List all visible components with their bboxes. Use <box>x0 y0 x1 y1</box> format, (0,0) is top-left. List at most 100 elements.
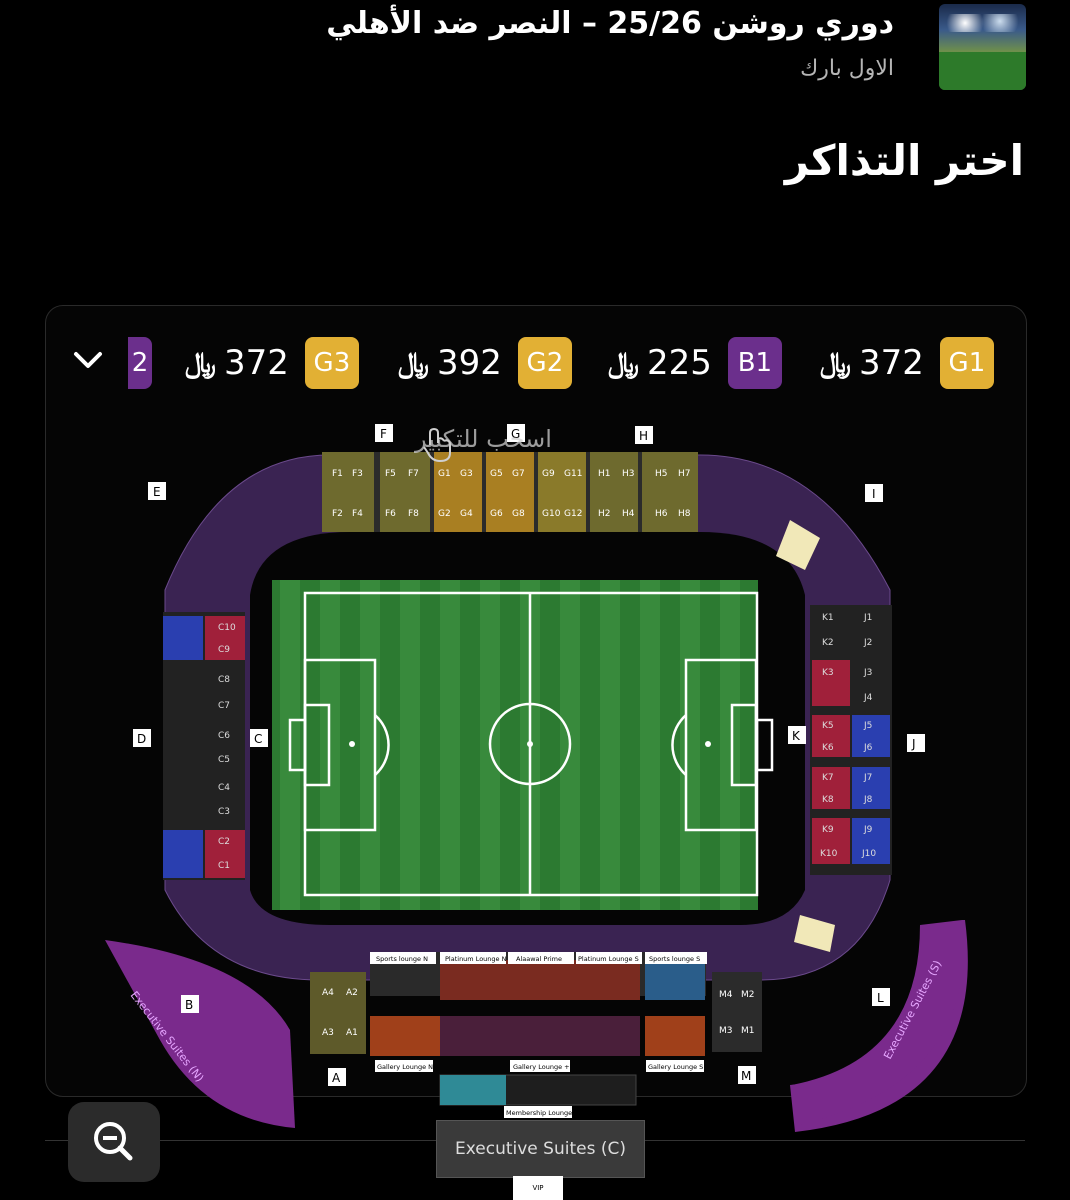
svg-text:J1: J1 <box>863 613 872 623</box>
svg-text:Sports lounge N: Sports lounge N <box>376 955 428 963</box>
svg-text:H2: H2 <box>598 509 611 519</box>
svg-text:G2: G2 <box>438 509 451 519</box>
svg-text:C10: C10 <box>218 623 236 633</box>
chevron-down-icon[interactable] <box>70 342 106 378</box>
gallery-lounge-block[interactable] <box>440 1075 506 1105</box>
svg-text:F8: F8 <box>408 509 419 519</box>
svg-text:Membership Lounge: Membership Lounge <box>506 1109 572 1117</box>
category-chip-g2[interactable]: ﷼ 392 G2 <box>398 337 572 389</box>
svg-text:G11: G11 <box>564 469 582 479</box>
svg-text:F: F <box>380 427 387 441</box>
svg-text:G10: G10 <box>542 509 561 519</box>
svg-text:Gallery Lounge +: Gallery Lounge + <box>513 1063 570 1071</box>
svg-text:M: M <box>741 1069 751 1083</box>
category-badge: B1 <box>727 337 782 389</box>
svg-text:K1: K1 <box>822 613 834 623</box>
svg-text:F4: F4 <box>352 509 363 519</box>
svg-text:A: A <box>332 1071 341 1085</box>
svg-text:H4: H4 <box>622 509 635 519</box>
svg-text:D: D <box>137 732 146 746</box>
svg-text:H8: H8 <box>678 509 691 519</box>
hand-swipe-icon <box>423 427 451 463</box>
svg-text:A2: A2 <box>346 988 358 998</box>
west-stand[interactable] <box>163 612 245 880</box>
svg-text:G6: G6 <box>490 509 503 519</box>
vip-block[interactable]: VIP <box>513 1176 563 1200</box>
svg-text:C3: C3 <box>218 807 230 817</box>
svg-text:J7: J7 <box>863 773 872 783</box>
event-title: دوري روشن 25/26 – النصر ضد الأهلي <box>326 6 894 41</box>
svg-text:Alaawal Prime: Alaawal Prime <box>516 955 562 963</box>
svg-text:B: B <box>185 998 193 1012</box>
svg-text:F3: F3 <box>352 469 363 479</box>
svg-text:K: K <box>792 729 801 743</box>
executive-suites-c[interactable]: Executive Suites (C) <box>436 1120 645 1178</box>
svg-text:Gallery Lounge N: Gallery Lounge N <box>377 1063 433 1071</box>
svg-text:M3: M3 <box>719 1026 733 1036</box>
category-chip-partial[interactable]: 2 <box>128 337 152 389</box>
svg-text:C5: C5 <box>218 755 230 765</box>
svg-text:C9: C9 <box>218 645 230 655</box>
svg-text:H1: H1 <box>598 469 611 479</box>
category-chip-g1[interactable]: ﷼ 372 G1 <box>820 337 994 389</box>
svg-text:K6: K6 <box>822 743 834 753</box>
category-price: 372 <box>224 343 289 383</box>
svg-text:F1: F1 <box>332 469 343 479</box>
svg-text:K10: K10 <box>820 849 838 859</box>
category-badge: G1 <box>939 337 994 389</box>
svg-text:K2: K2 <box>822 638 834 648</box>
svg-text:J10: J10 <box>861 849 876 859</box>
svg-text:F6: F6 <box>385 509 396 519</box>
svg-text:I: I <box>872 487 876 501</box>
svg-text:H3: H3 <box>622 469 635 479</box>
svg-text:J4: J4 <box>863 693 873 703</box>
svg-text:E: E <box>153 485 161 499</box>
svg-text:K9: K9 <box>822 825 834 835</box>
svg-text:J9: J9 <box>863 825 873 835</box>
category-badge: 2 <box>128 337 152 389</box>
zoom-out-icon <box>94 1122 133 1161</box>
category-badge: G2 <box>517 337 572 389</box>
svg-text:C: C <box>254 732 262 746</box>
svg-text:G8: G8 <box>512 509 525 519</box>
svg-text:M1: M1 <box>741 1026 755 1036</box>
category-price: 225 <box>647 343 712 383</box>
stadium-map[interactable]: F1 F3 F5 F7 G1 G3 G5 G7 G9 G11 H1 H3 H5 H7 F2 F4 F6 F… <box>100 420 980 1200</box>
svg-text:J8: J8 <box>863 795 873 805</box>
svg-text:F5: F5 <box>385 469 396 479</box>
riyal-icon: ﷼ <box>398 346 429 379</box>
svg-text:C6: C6 <box>218 731 230 741</box>
svg-text:A1: A1 <box>346 1028 358 1038</box>
svg-text:G1: G1 <box>438 469 451 479</box>
svg-text:F2: F2 <box>332 509 343 519</box>
category-chip-b1[interactable]: ﷼ 225 B1 <box>608 337 782 389</box>
svg-text:G12: G12 <box>564 509 582 519</box>
section-title: اختر التذاكر <box>784 136 1024 185</box>
event-header: دوري روشن 25/26 – النصر ضد الأهلي الاول … <box>0 0 1070 110</box>
south-stand[interactable] <box>310 952 762 1056</box>
svg-text:Sports lounge S: Sports lounge S <box>649 955 700 963</box>
svg-text:J5: J5 <box>863 721 872 731</box>
category-price: 392 <box>437 343 502 383</box>
category-badge: G3 <box>304 337 359 389</box>
svg-text:C1: C1 <box>218 861 230 871</box>
zoom-out-button[interactable] <box>68 1102 160 1182</box>
svg-text:H6: H6 <box>655 509 668 519</box>
svg-text:C4: C4 <box>218 783 230 793</box>
svg-text:J6: J6 <box>863 743 873 753</box>
svg-text:H: H <box>639 429 648 443</box>
riyal-icon: ﷼ <box>185 346 216 379</box>
svg-text:G3: G3 <box>460 469 473 479</box>
svg-text:K3: K3 <box>822 668 834 678</box>
svg-text:H7: H7 <box>678 469 691 479</box>
svg-text:A4: A4 <box>322 988 334 998</box>
category-price: 372 <box>859 343 924 383</box>
riyal-icon: ﷼ <box>820 346 851 379</box>
svg-text:K8: K8 <box>822 795 834 805</box>
svg-text:Platinum Lounge S: Platinum Lounge S <box>578 955 639 963</box>
north-stand[interactable] <box>322 452 698 532</box>
svg-text:K5: K5 <box>822 721 834 731</box>
category-chip-g3[interactable]: ﷼ 372 G3 <box>185 337 359 389</box>
svg-text:J3: J3 <box>863 668 872 678</box>
svg-text:K7: K7 <box>822 773 834 783</box>
